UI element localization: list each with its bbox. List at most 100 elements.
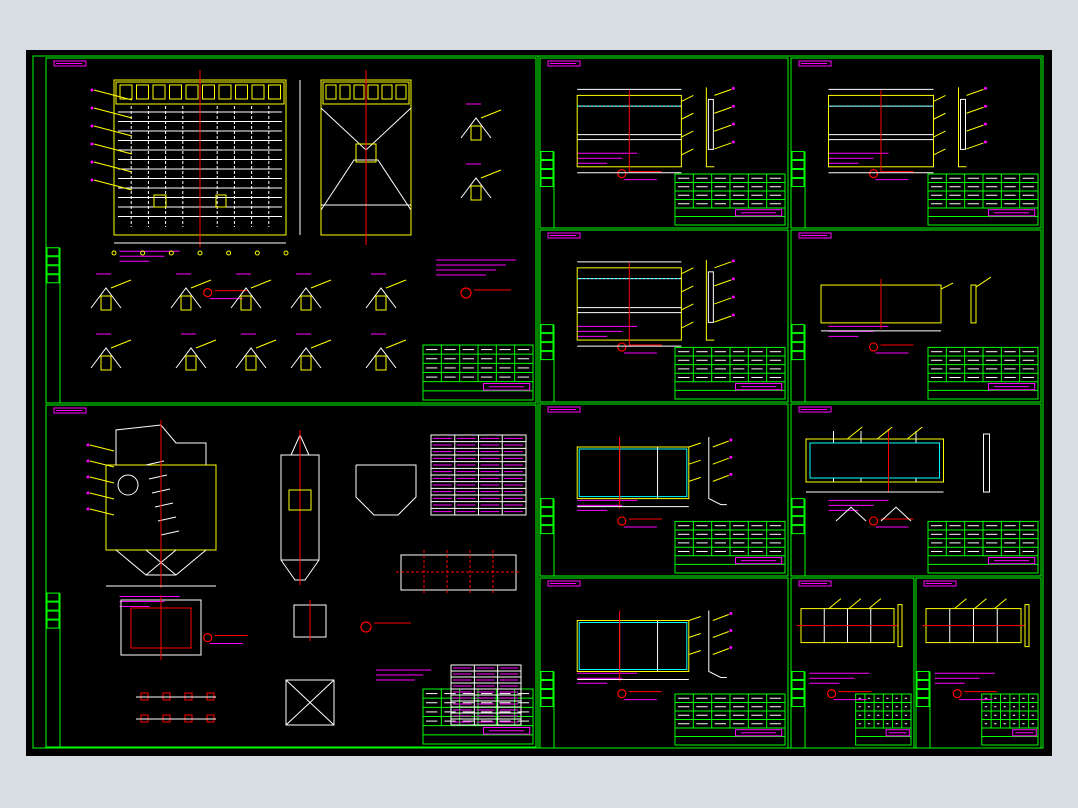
leader-line [712, 457, 729, 465]
parts-list [450, 664, 522, 726]
header-cell [136, 84, 149, 100]
detail-plate [375, 355, 387, 371]
company-logo-icon [617, 342, 627, 352]
margin-cell [791, 333, 805, 343]
margin-cell [791, 151, 805, 160]
leader-line [89, 444, 115, 452]
drawing-sheet-s10[interactable] [790, 577, 915, 749]
leader-line [688, 459, 701, 465]
side-section-detail [707, 98, 714, 150]
drawing-sheet-s11[interactable] [915, 577, 1042, 749]
balloon-marker [86, 491, 90, 495]
leader-line [714, 142, 732, 150]
balloon-marker [731, 104, 735, 108]
leader-line [681, 148, 694, 156]
leader-line [846, 426, 863, 440]
margin-cell [791, 507, 805, 517]
title-block [422, 344, 534, 401]
margin-cell [791, 160, 805, 169]
margin-cell [791, 671, 805, 680]
title-block [981, 693, 1039, 746]
company-logo-icon [360, 621, 372, 633]
leader-line [933, 94, 946, 102]
balloon-marker [729, 438, 733, 442]
cad-model-space[interactable] [26, 50, 1052, 756]
margin-cell [46, 274, 60, 284]
leader-line [110, 279, 132, 289]
balloon-marker [731, 140, 735, 144]
drawing-sheet-s7[interactable] [539, 403, 789, 577]
manhole [153, 194, 167, 208]
leader-line [480, 169, 502, 179]
detail-member [170, 287, 202, 309]
leader-line [93, 107, 133, 119]
balloon-marker [90, 124, 94, 128]
drawing-sheet-s6[interactable] [45, 404, 537, 748]
leader-line [250, 279, 272, 289]
title-block [927, 173, 1039, 226]
detail-plate [245, 355, 257, 371]
header-cell [339, 84, 351, 100]
leader-line [966, 88, 984, 96]
leader-line [714, 88, 732, 96]
margin-cell [791, 351, 805, 361]
leader-line [688, 476, 701, 482]
stair-step [148, 474, 168, 480]
balloon-marker [90, 160, 94, 164]
title-block [674, 173, 786, 226]
grid-bubble [254, 250, 260, 256]
drawing-sheet-s2[interactable] [539, 57, 789, 229]
bom-table [430, 434, 527, 516]
side-section [970, 284, 977, 324]
inlet-duct [117, 474, 139, 496]
balloon-marker [90, 142, 94, 146]
sheet-border [915, 577, 1042, 749]
drawing-sheet-s5[interactable] [790, 229, 1042, 403]
balloon-marker [729, 472, 733, 476]
leader-line [966, 106, 984, 114]
connection-detail [290, 273, 332, 311]
leader-line [712, 474, 729, 482]
detail-member [175, 347, 207, 369]
leader-line [89, 476, 115, 484]
margin-cell [791, 516, 805, 526]
drawing-sheet-s1[interactable] [45, 57, 537, 404]
drawing-sheet-s3[interactable] [790, 57, 1042, 229]
margin-cell [46, 247, 60, 257]
leader-line [966, 142, 984, 150]
balloon-marker [984, 104, 987, 108]
margin-cell [46, 265, 60, 275]
drawing-sheet-s4[interactable] [539, 229, 789, 403]
leader-line [310, 279, 332, 289]
frame-inner [809, 442, 940, 479]
side-section-detail [707, 271, 714, 323]
sheet-border [790, 403, 1042, 577]
leader-line [681, 130, 694, 138]
leader-line [480, 109, 502, 119]
leader-line [940, 282, 954, 290]
header-cell [268, 84, 281, 100]
drawing-sheet-s9[interactable] [539, 577, 789, 749]
connection-detail [460, 103, 502, 141]
drawing-sheet-s8[interactable] [790, 403, 1042, 577]
leader-line [966, 124, 984, 132]
detail-member [365, 287, 397, 309]
balloon-marker [731, 295, 735, 299]
header-cell [395, 84, 407, 100]
detail-plate [300, 295, 312, 311]
leader-line [688, 616, 701, 621]
detail-member [290, 287, 322, 309]
stair-step [154, 502, 174, 508]
balloon-marker [729, 629, 733, 632]
detail-plate [180, 295, 192, 311]
company-logo-icon [826, 688, 837, 699]
grid-bubble [111, 250, 117, 256]
company-logo-icon [952, 688, 962, 699]
title-block [674, 346, 786, 400]
leader-line [385, 279, 407, 289]
header-cell [185, 84, 199, 100]
margin-cell [540, 333, 554, 343]
margin-cell [916, 671, 930, 680]
balloon-marker [731, 122, 735, 126]
margin-cell [46, 256, 60, 266]
